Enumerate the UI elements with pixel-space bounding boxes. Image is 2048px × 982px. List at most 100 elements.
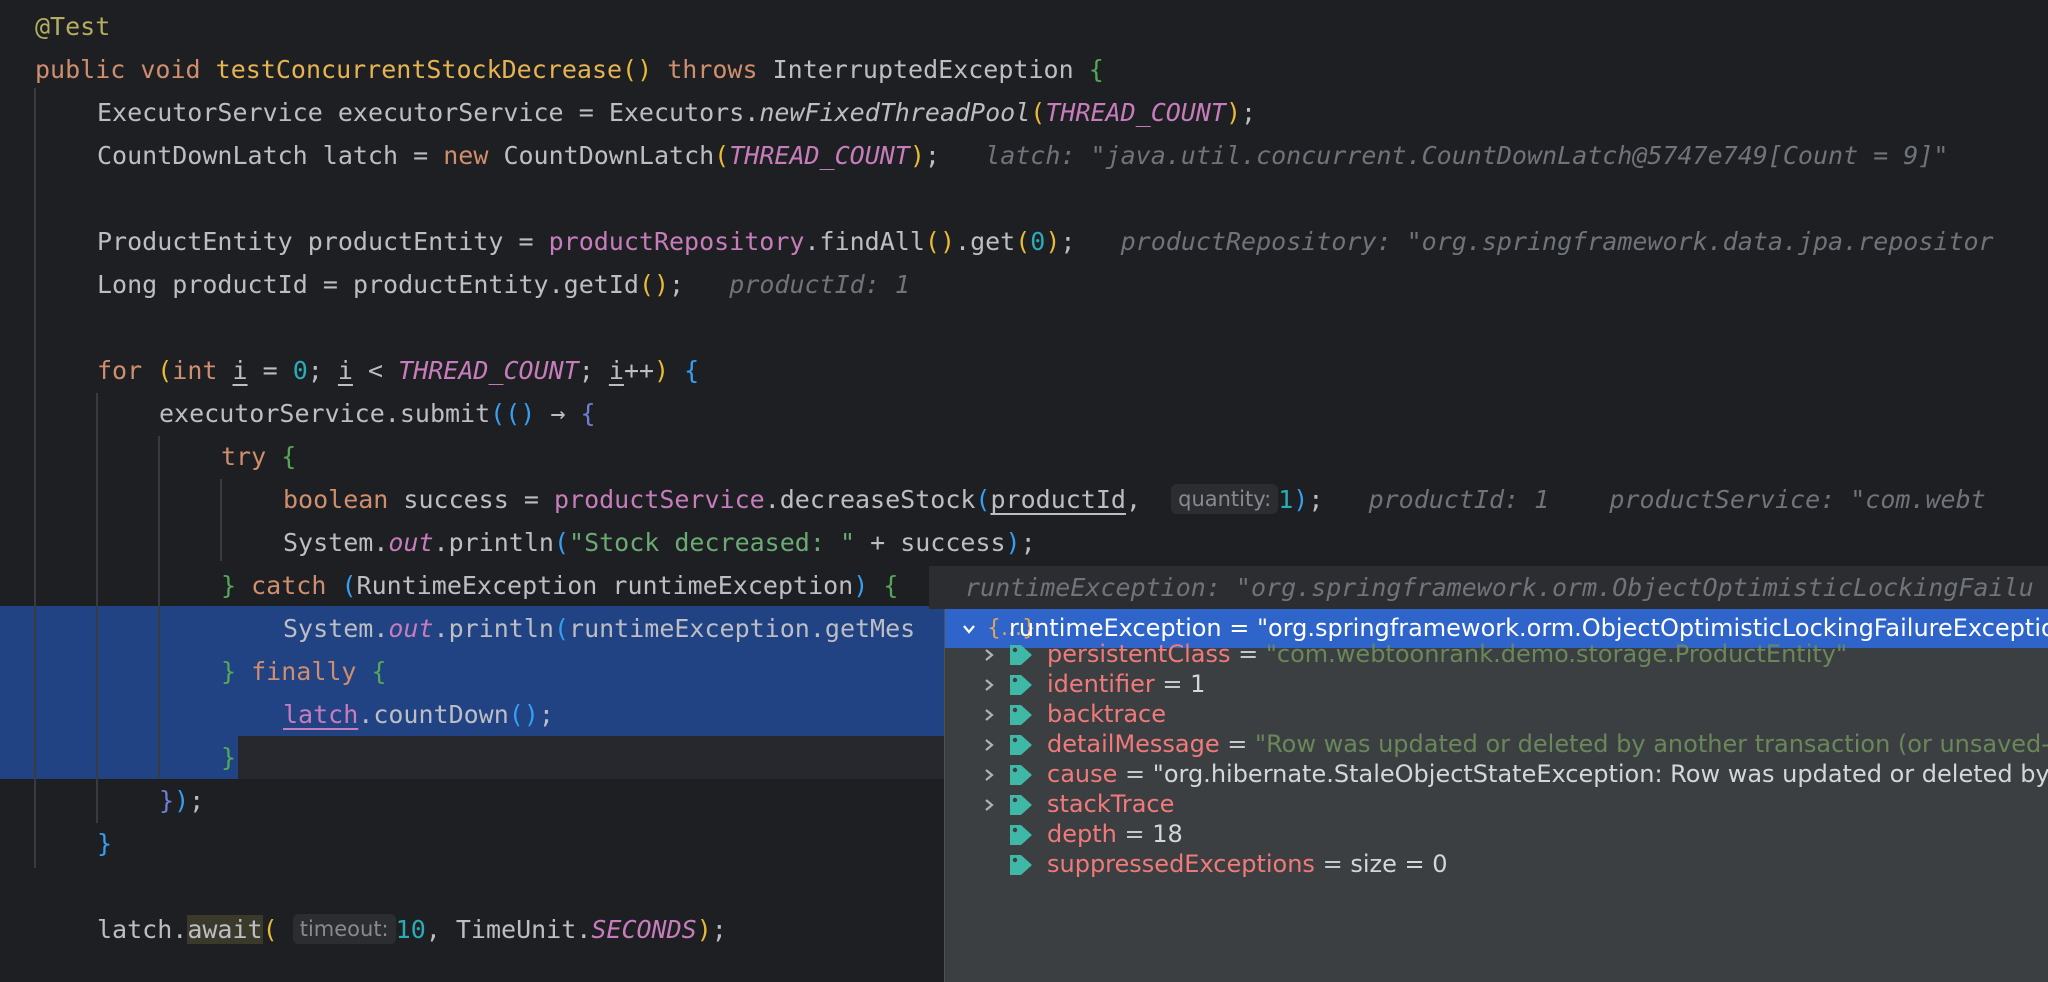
field-value: "org.hibernate.StaleObjectStateException… [1152, 760, 2048, 788]
code-line-1[interactable]: @Test [0, 5, 110, 48]
method-call: println [448, 528, 554, 557]
lambda-arrow: → [550, 399, 566, 428]
field-name: cause [1047, 760, 1118, 788]
operator: = [413, 141, 429, 170]
method-call: getId [563, 270, 639, 299]
constant: THREAD_COUNT [398, 356, 579, 385]
class: Executors [608, 98, 745, 127]
loop-variable: i [608, 356, 624, 385]
variable: latch [322, 141, 399, 170]
field-name: identifier [1047, 670, 1155, 698]
field: productService [553, 485, 765, 514]
variable: productEntity [352, 270, 549, 299]
code-line-15[interactable]: System.out.println(runtimeException.getM… [0, 607, 915, 650]
method-call: findAll [819, 227, 925, 256]
loop-variable: i [337, 356, 353, 385]
keyword: for [97, 356, 143, 385]
variable: success [403, 485, 509, 514]
method-call: newFixedThreadPool [759, 98, 1031, 127]
equals-sign: = [1322, 850, 1343, 878]
static-field: out [388, 614, 434, 643]
equals-sign: = [1162, 670, 1183, 698]
code-line-19[interactable]: }); [0, 779, 204, 822]
number: 0 [1030, 227, 1046, 256]
code-line-4[interactable]: CountDownLatch latch = new CountDownLatc… [0, 134, 1948, 177]
inline-debug-value[interactable]: productRepository: "org.springframework.… [1121, 227, 1994, 256]
variable: productEntity [307, 227, 504, 256]
variable: executorService [337, 98, 564, 127]
keyword: try [221, 442, 267, 471]
field-name: persistentClass [1047, 640, 1231, 668]
type: ProductEntity [97, 227, 293, 256]
field-value: size = 0 [1350, 850, 1448, 878]
constant: THREAD_COUNT [729, 141, 910, 170]
code-line-13[interactable]: System.out.println("Stock decreased: " +… [0, 521, 1036, 564]
expression: runtimeException.getMes [569, 614, 916, 643]
method-call: get [970, 227, 1016, 256]
field: productRepository [548, 227, 805, 256]
class: System [283, 614, 374, 643]
code-line-12[interactable]: boolean success = productService.decreas… [0, 478, 1986, 521]
class: System [283, 528, 374, 557]
code-line-2[interactable]: public void testConcurrentStockDecrease(… [0, 48, 1104, 91]
code-line-11[interactable]: try { [0, 435, 296, 478]
inline-debug-value[interactable]: productService: "com.webt [1609, 485, 1985, 514]
loop-variable: i [232, 356, 248, 385]
field-tag-icon [1010, 855, 1032, 875]
code-line-16[interactable]: } finally { [0, 650, 387, 693]
method-call: submit [399, 399, 491, 428]
method-name: testConcurrentStockDecrease [215, 55, 623, 84]
variable: latch [97, 915, 173, 944]
keyword: boolean [283, 485, 389, 514]
field-name: backtrace [1047, 700, 1166, 728]
type: CountDownLatch [97, 141, 308, 170]
inline-debug-value[interactable]: productId: 1 [1369, 485, 1550, 514]
code-line-18[interactable]: } [0, 736, 236, 779]
code-line-3[interactable]: ExecutorService executorService = Execut… [0, 91, 1256, 134]
code-line-22[interactable]: latch.await( timeout: 10, TimeUnit.SECOND… [0, 908, 727, 951]
field-value: 1 [1190, 670, 1206, 698]
inline-debug-value[interactable]: latch: "java.util.concurrent.CountDownLa… [985, 141, 1948, 170]
debug-value-popup[interactable]: {...} runtimeException = "org.springfram… [944, 609, 2048, 982]
operator: = [518, 227, 534, 256]
variable: executorService [159, 399, 385, 428]
code-line-10[interactable]: executorService.submit(() → { [0, 392, 596, 435]
code-line-9[interactable]: for (int i = 0; i < THREAD_COUNT; i++) { [0, 349, 699, 392]
code-line-17[interactable]: latch.countDown(); [0, 693, 554, 736]
equals-sign: = [1238, 640, 1259, 668]
parameter-hint: quantity: [1171, 484, 1279, 514]
keyword: public [35, 55, 126, 84]
field-name: depth [1047, 820, 1117, 848]
keyword: int [172, 356, 218, 385]
debug-popup-header[interactable]: runtimeException: "org.springframework.o… [929, 566, 2048, 609]
constant: THREAD_COUNT [1045, 98, 1226, 127]
code-line-6[interactable]: ProductEntity productEntity = productRep… [0, 220, 1994, 263]
operator: + [870, 528, 886, 557]
field-value: "com.webtoonrank.demo.storage.ProductEnt… [1265, 640, 1848, 668]
number: 10 [395, 915, 426, 944]
operator: = [322, 270, 338, 299]
field-name: suppressedExceptions [1047, 850, 1315, 878]
field-value: 18 [1152, 820, 1183, 848]
keyword: new [443, 141, 489, 170]
keyword: throws [667, 55, 758, 84]
tree-row[interactable]: suppressedExceptions = size = 0 [945, 845, 2048, 884]
operator: = [578, 98, 594, 127]
code-line-7[interactable]: Long productId = productEntity.getId(); … [0, 263, 910, 306]
number: 1 [1278, 485, 1294, 514]
type: RuntimeException [356, 571, 598, 600]
operator: < [368, 356, 384, 385]
variable: runtimeException [612, 571, 854, 600]
equals-sign: = [1124, 820, 1145, 848]
code-line-14[interactable]: } catch (RuntimeException runtimeExcepti… [0, 564, 898, 607]
type: Long [97, 270, 158, 299]
method-call: println [448, 614, 554, 643]
exception-type: InterruptedException [772, 55, 1074, 84]
annotation: @Test [35, 12, 111, 41]
inline-debug-value[interactable]: productId: 1 [729, 270, 910, 299]
equals-sign: = [1125, 760, 1146, 788]
class: TimeUnit [455, 915, 577, 944]
current-line [238, 736, 944, 779]
code-line-20[interactable]: } [0, 822, 112, 865]
method-call: countDown [373, 700, 509, 729]
